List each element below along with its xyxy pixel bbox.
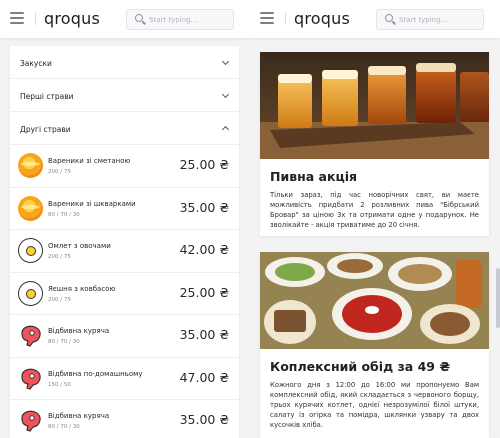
item-name: Відбивна куряча (48, 412, 110, 420)
menu-item[interactable]: Відбивна куряча 80 / 70 / 30 35.00 ₴ (10, 400, 239, 438)
scrollbar[interactable] (496, 268, 500, 328)
section-title: Перші страви (20, 92, 74, 101)
item-name: Вареники зі сметаною (48, 157, 131, 165)
item-name: Відбивна по-домашньому (48, 369, 143, 378)
menu-item[interactable]: Відбивна куряча 80 / 70 / 30 35.00 ₴ (10, 315, 239, 358)
beer-photo (260, 52, 489, 159)
item-weight: 200 / 75 (48, 254, 71, 260)
chevron-down-icon (221, 57, 230, 66)
section-title: Другі страви (20, 125, 71, 134)
item-price: 35.00 ₴ (179, 412, 229, 427)
menu-pane: qroqus Закуски Перші страви Другі страви… (0, 0, 250, 438)
item-name: Вареники зі шкварками (48, 199, 136, 208)
section-title: Закуски (20, 59, 52, 68)
search-box[interactable] (376, 9, 484, 30)
post-title: Пивна акція (270, 169, 358, 184)
divider (285, 13, 286, 25)
item-price: 42.00 ₴ (179, 242, 229, 257)
search-input[interactable] (399, 12, 481, 27)
lunch-photo (260, 252, 489, 349)
item-weight: 80 / 70 / 30 (48, 424, 80, 430)
item-price: 47.00 ₴ (179, 369, 229, 385)
menu-item[interactable]: Яєшня з ковбасою 200 / 75 25.00 ₴ (10, 273, 239, 315)
item-price: 35.00 ₴ (179, 327, 229, 342)
search-input[interactable] (149, 12, 231, 27)
post-body: Кожного дня з 12:00 до 16:00 ми пропонує… (270, 381, 479, 429)
menu-item[interactable]: Вареники зі шкварками 80 / 70 / 30 35.00… (10, 188, 239, 230)
top-bar: qroqus (0, 0, 250, 38)
post-body: Тільки зараз, під час новорічних свят, в… (270, 191, 479, 229)
item-price: 25.00 ₴ (179, 157, 229, 172)
brand-logo[interactable]: qroqus (294, 9, 350, 28)
post-title: Коплексний обід за 49 ₴ (270, 359, 451, 374)
section-second-courses[interactable]: Другі страви (10, 112, 239, 145)
chevron-up-icon (221, 125, 230, 134)
item-price: 25.00 ₴ (179, 284, 229, 300)
meat-icon (18, 323, 43, 348)
section-first-courses[interactable]: Перші страви (10, 79, 239, 112)
top-bar: qroqus (250, 0, 500, 38)
menu-card: Закуски Перші страви Другі страви Варени… (10, 46, 239, 438)
brand-logo[interactable]: qroqus (44, 9, 100, 28)
item-weight: 200 / 75 (48, 169, 71, 175)
item-price: 35.00 ₴ (179, 199, 229, 215)
fried-egg-icon (18, 238, 43, 263)
chevron-down-icon (221, 90, 230, 99)
search-icon (135, 14, 143, 22)
menu-item[interactable]: Омлет з овочами 200 / 75 42.00 ₴ (10, 230, 239, 273)
promo-card[interactable]: Коплексний обід за 49 ₴ Кожного дня з 12… (260, 252, 489, 438)
section-snacks[interactable]: Закуски (10, 46, 239, 79)
news-pane: qroqus Start typing... Пивна акція Тільк… (250, 0, 500, 438)
promo-card[interactable]: Пивна акція Тільки зараз, під час новорі… (260, 52, 489, 236)
menu-item[interactable]: Вареники зі сметаною 200 / 75 25.00 ₴ (10, 145, 239, 188)
item-name: Яєшня з ковбасою (48, 284, 116, 293)
item-weight: 80 / 70 / 30 (48, 211, 80, 218)
hamburger-menu-icon[interactable] (260, 12, 274, 24)
pancake-icon (18, 195, 43, 221)
menu-item[interactable]: Відбивна по-домашньому 150 / 50 47.00 ₴ (10, 358, 239, 400)
hamburger-menu-icon[interactable] (10, 12, 24, 24)
item-name: Омлет з овочами (48, 242, 111, 250)
item-name: Відбивна куряча (48, 327, 110, 335)
search-box[interactable] (126, 9, 234, 30)
item-weight: 80 / 70 / 30 (48, 339, 80, 345)
item-weight: 150 / 50 (48, 381, 71, 388)
meat-icon (18, 366, 43, 391)
divider (35, 13, 36, 25)
search-icon (385, 14, 393, 22)
fried-egg-icon (18, 280, 43, 306)
meat-icon (18, 408, 43, 433)
pancake-icon (18, 153, 43, 178)
item-weight: 200 / 75 (48, 296, 71, 303)
